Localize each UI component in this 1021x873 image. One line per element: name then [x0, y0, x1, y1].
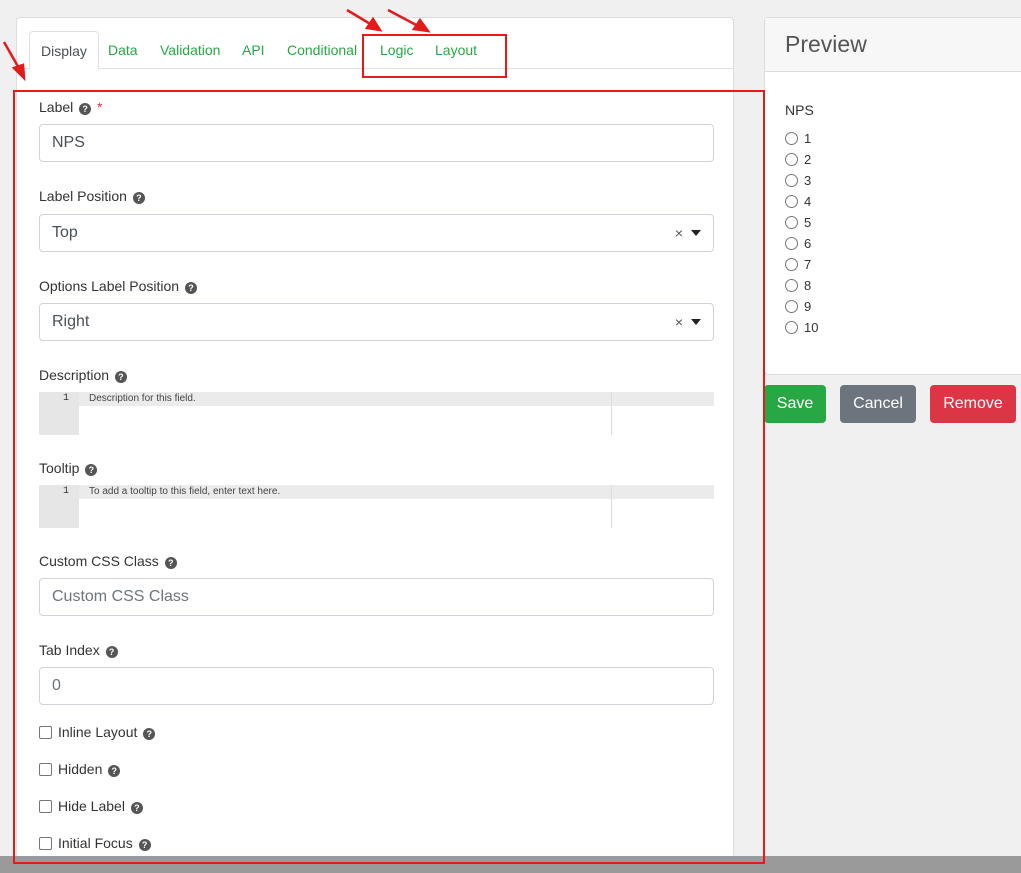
line-number: 1: [62, 486, 69, 497]
nps-option-label: 9: [804, 299, 812, 314]
bottom-scrollbar[interactable]: [0, 856, 1021, 873]
nps-option-9[interactable]: 9: [785, 299, 811, 314]
nps-option-10[interactable]: 10: [785, 320, 818, 335]
help-icon[interactable]: ?: [130, 802, 143, 814]
preview-panel: Preview NPS 1 2 3 4 5 6 7 8 9 10: [764, 17, 1021, 375]
help-icon[interactable]: ?: [138, 839, 151, 851]
tooltip-placeholder[interactable]: To add a tooltip to this field, enter te…: [79, 485, 714, 499]
help-icon[interactable]: ?: [132, 192, 145, 204]
custom-css-label: Custom CSS Class ?: [39, 553, 177, 569]
description-label: Description ?: [39, 367, 127, 383]
label-field-label: Label ? *: [39, 99, 103, 115]
help-icon[interactable]: ?: [85, 464, 98, 476]
radio-icon[interactable]: [785, 195, 798, 208]
checkbox-icon[interactable]: [39, 837, 52, 850]
nps-option-5[interactable]: 5: [785, 215, 811, 230]
radio-icon[interactable]: [785, 132, 798, 145]
tab-index-label: Tab Index ?: [39, 642, 118, 658]
initial-focus-checkbox[interactable]: Initial Focus ?: [39, 835, 151, 851]
editor-tabs: Display Data Validation API Conditional …: [17, 18, 733, 70]
clear-icon[interactable]: ×: [675, 215, 683, 251]
clear-icon[interactable]: ×: [675, 304, 683, 340]
nps-option-label: 8: [804, 278, 812, 293]
component-editor: Display Data Validation API Conditional …: [16, 17, 734, 873]
help-icon[interactable]: ?: [105, 646, 118, 658]
print-margin: [611, 485, 612, 528]
help-icon[interactable]: ?: [79, 103, 92, 115]
nps-option-label: 5: [804, 215, 812, 230]
nps-option-label: 3: [804, 173, 812, 188]
preview-title: Preview: [785, 31, 867, 57]
nps-option-8[interactable]: 8: [785, 278, 811, 293]
checkbox-icon[interactable]: [39, 726, 52, 739]
print-margin: [611, 392, 612, 435]
radio-icon[interactable]: [785, 279, 798, 292]
label-input[interactable]: NPS: [39, 124, 714, 162]
hide-label-checkbox[interactable]: Hide Label ?: [39, 798, 143, 814]
nps-option-label: 7: [804, 257, 812, 272]
caret-down-icon[interactable]: [691, 230, 701, 236]
checkbox-icon[interactable]: [39, 763, 52, 776]
nps-option-label: 10: [804, 320, 819, 335]
caret-down-icon[interactable]: [691, 319, 701, 325]
remove-button[interactable]: Remove: [930, 385, 1016, 423]
nps-option-2[interactable]: 2: [785, 152, 811, 167]
tooltip-editor[interactable]: 1 To add a tooltip to this field, enter …: [39, 485, 714, 528]
nps-option-label: 6: [804, 236, 812, 251]
tab-index-input[interactable]: 0: [39, 667, 714, 705]
radio-icon[interactable]: [785, 321, 798, 334]
nps-option-1[interactable]: 1: [785, 131, 811, 146]
description-placeholder[interactable]: Description for this field.: [79, 392, 714, 406]
nps-option-3[interactable]: 3: [785, 173, 811, 188]
cancel-button[interactable]: Cancel: [840, 385, 916, 423]
line-number: 1: [62, 393, 69, 404]
radio-icon[interactable]: [785, 300, 798, 313]
save-button[interactable]: Save: [764, 385, 826, 423]
options-label-position-select[interactable]: Right ×: [39, 303, 714, 341]
tab-layout[interactable]: Layout: [424, 31, 488, 69]
nps-option-label: 1: [804, 131, 812, 146]
tooltip-label: Tooltip ?: [39, 460, 98, 476]
tab-data[interactable]: Data: [97, 31, 149, 69]
tab-display[interactable]: Display: [29, 31, 99, 70]
nps-option-label: 2: [804, 152, 812, 167]
radio-icon[interactable]: [785, 216, 798, 229]
radio-icon[interactable]: [785, 174, 798, 187]
required-mark: *: [97, 99, 103, 115]
inline-layout-checkbox[interactable]: Inline Layout ?: [39, 724, 156, 740]
help-icon[interactable]: ?: [108, 765, 121, 777]
radio-icon[interactable]: [785, 153, 798, 166]
label-position-select[interactable]: Top ×: [39, 214, 714, 252]
options-label-position-label: Options Label Position ?: [39, 278, 197, 294]
preview-field-label: NPS: [785, 102, 814, 118]
nps-option-6[interactable]: 6: [785, 236, 811, 251]
help-icon[interactable]: ?: [184, 282, 197, 294]
tab-logic[interactable]: Logic: [369, 31, 424, 69]
tab-api[interactable]: API: [231, 31, 276, 69]
tab-conditional[interactable]: Conditional: [276, 31, 368, 69]
checkbox-icon[interactable]: [39, 800, 52, 813]
nps-option-4[interactable]: 4: [785, 194, 811, 209]
label-position-label: Label Position ?: [39, 188, 145, 204]
help-icon[interactable]: ?: [114, 371, 127, 383]
preview-header: Preview: [765, 18, 1021, 72]
tab-validation[interactable]: Validation: [149, 31, 231, 69]
hidden-checkbox[interactable]: Hidden ?: [39, 761, 121, 777]
custom-css-input[interactable]: Custom CSS Class: [39, 578, 714, 616]
nps-option-label: 4: [804, 194, 812, 209]
radio-icon[interactable]: [785, 258, 798, 271]
radio-icon[interactable]: [785, 237, 798, 250]
nps-option-7[interactable]: 7: [785, 257, 811, 272]
help-icon[interactable]: ?: [164, 557, 177, 569]
help-icon[interactable]: ?: [143, 728, 156, 740]
description-editor[interactable]: 1 Description for this field.: [39, 392, 714, 435]
